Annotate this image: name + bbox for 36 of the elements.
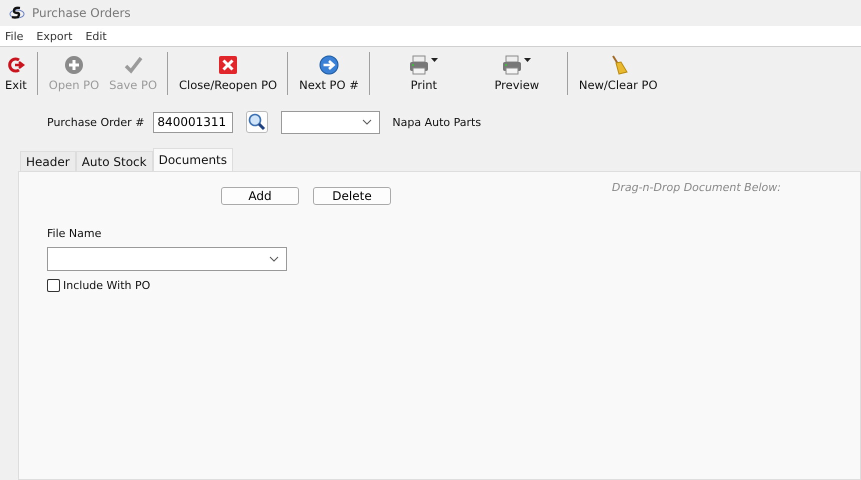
menu-item[interactable]: Edit (85, 30, 107, 42)
vendor-dropdown[interactable] (281, 110, 380, 134)
menu-item[interactable]: Export (36, 30, 72, 42)
tab[interactable]: Documents (152, 148, 234, 171)
search-icon (248, 113, 266, 131)
toolbar-button[interactable]: Preview (472, 52, 568, 94)
app-logo-icon (9, 5, 25, 21)
po-number-field[interactable]: 840001311 (153, 112, 234, 132)
chevron-down-icon (362, 119, 372, 125)
toolbar-button[interactable]: Next PO # (294, 52, 370, 94)
file-name-label: File Name (47, 227, 102, 240)
printer-icon (502, 54, 532, 74)
delete-button[interactable]: Delete (313, 187, 391, 205)
tab[interactable]: Auto Stock (76, 151, 153, 171)
exit-icon (6, 56, 26, 74)
toolbar-button[interactable]: Close/Reopen PO (174, 52, 288, 94)
printer-icon (408, 54, 439, 74)
window-title: Purchase Orders (32, 6, 131, 20)
tab[interactable]: Header (20, 151, 76, 171)
checkbox[interactable] (47, 279, 60, 292)
plus-icon (64, 54, 84, 74)
drop-hint: Drag-n-Drop Document Below: (612, 180, 781, 194)
toolbar-button[interactable]: Exit (0, 52, 38, 94)
arrow-right-icon (318, 54, 339, 74)
add-button[interactable]: Add (221, 187, 299, 205)
menu-item[interactable]: File (5, 30, 24, 42)
checkbox-label: Include With PO (63, 279, 150, 292)
file-name-dropdown[interactable] (47, 247, 287, 271)
po-label: Purchase Order # (47, 116, 144, 128)
search-button[interactable] (246, 111, 268, 133)
toolbar-button[interactable]: New/Clear PO (574, 52, 663, 94)
vendor-name: Napa Auto Parts (392, 116, 482, 128)
check-icon (123, 54, 144, 74)
close-icon (218, 54, 238, 74)
toolbar-button[interactable]: Print (376, 52, 472, 94)
chevron-down-icon (269, 256, 279, 262)
